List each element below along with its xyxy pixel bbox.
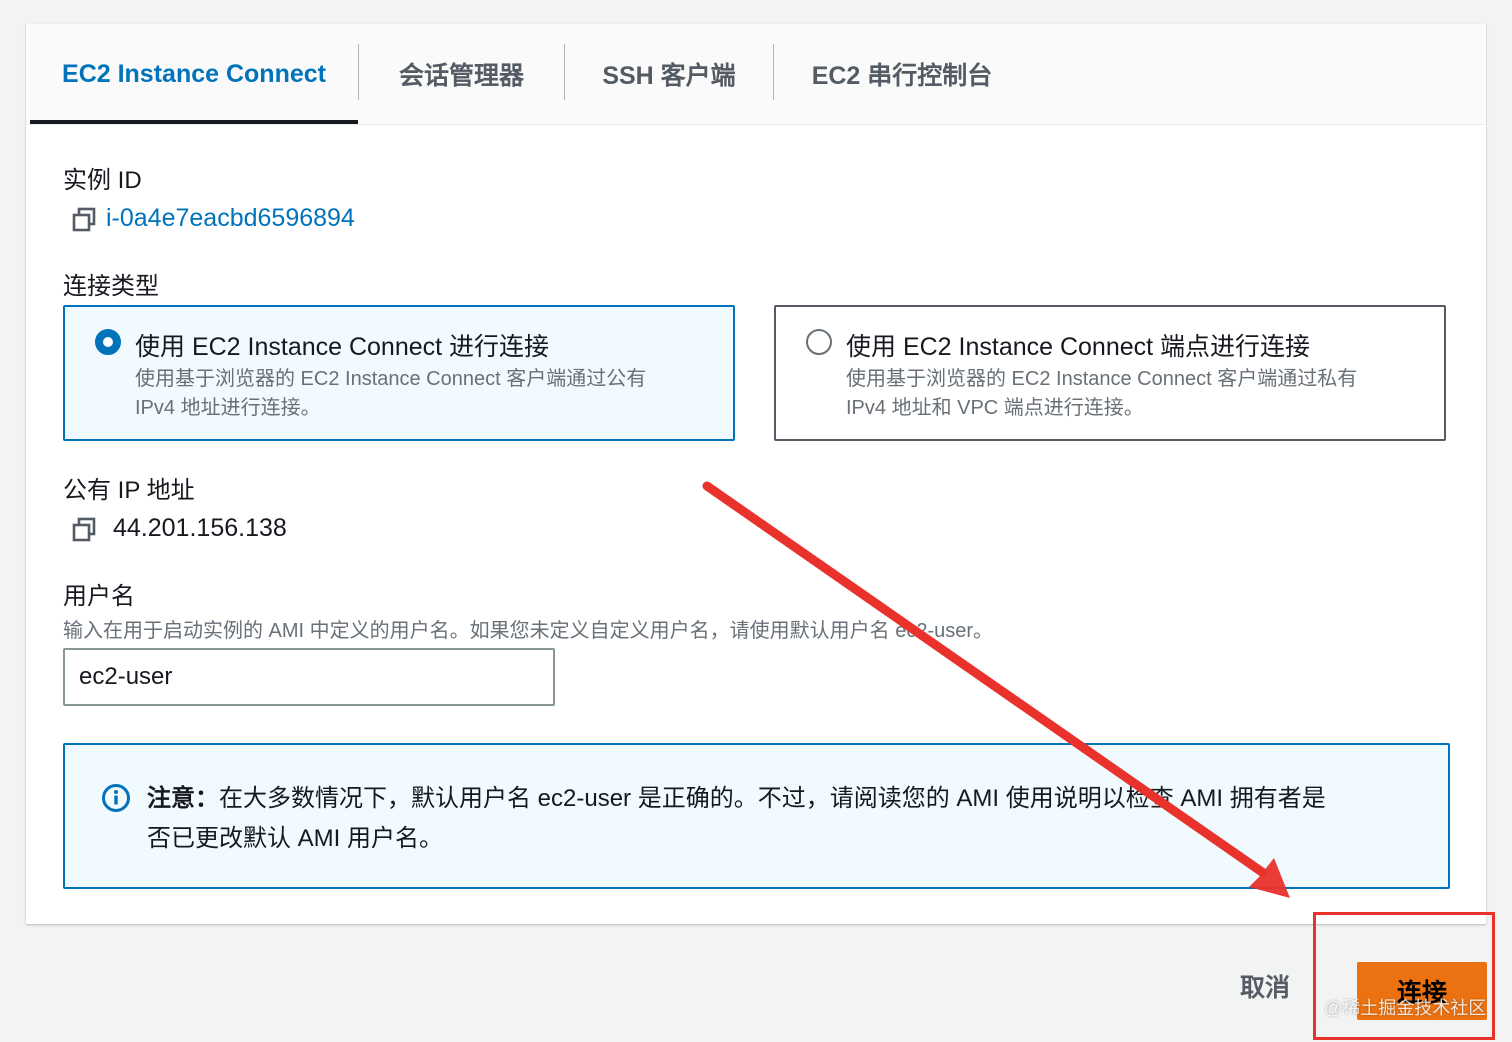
watermark-text: @稀土掘金技术社区	[1324, 998, 1487, 1018]
red-arrow	[702, 481, 1290, 898]
